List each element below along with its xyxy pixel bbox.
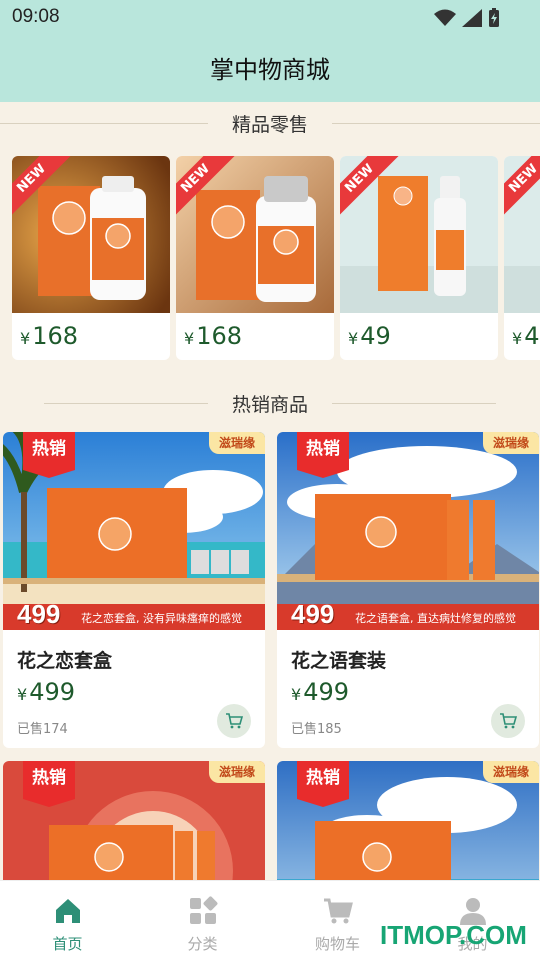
tab-category[interactable]: 分类: [135, 881, 270, 960]
retail-product-card[interactable]: NEW ¥168: [12, 156, 170, 360]
status-bar: 09:08: [0, 0, 540, 36]
product-image: NEW: [12, 156, 170, 313]
home-icon: [56, 899, 80, 923]
retail-product-card[interactable]: NEW ¥168: [176, 156, 334, 360]
divider: [332, 122, 540, 124]
page-title: 掌中物商城: [210, 56, 330, 84]
cart-icon: [500, 713, 517, 729]
retail-product-card[interactable]: NEW ¥49: [340, 156, 498, 360]
product-price: ¥168: [184, 322, 242, 350]
app-header: 掌中物商城: [0, 36, 540, 102]
sold-count: 已售185: [291, 722, 342, 737]
section-title-hot: 热销商品: [232, 393, 309, 416]
brand-tag: 滋瑞缘: [482, 432, 539, 454]
status-time: 09:08: [12, 6, 60, 27]
cart-icon: [324, 898, 353, 924]
status-icons: [434, 8, 500, 28]
watermark: ITMOP.COM: [380, 920, 527, 950]
retail-product-card[interactable]: NEW ¥4: [504, 156, 540, 360]
retail-carousel[interactable]: NEW ¥168 NEW ¥168 NEW ¥49 NEW ¥4: [12, 156, 540, 360]
divider: [332, 402, 497, 404]
product-image: 热销 滋瑞缘: [3, 761, 265, 891]
hot-badge: 热销: [23, 761, 75, 807]
battery-icon: [489, 8, 499, 27]
divider: [44, 402, 208, 404]
cart-icon: [226, 713, 243, 729]
product-image: NEW: [176, 156, 334, 313]
brand-tag: 滋瑞缘: [482, 761, 539, 783]
product-image: NEW: [504, 156, 540, 313]
product-name: 花之语套装: [291, 650, 387, 672]
promo-price: 499: [291, 599, 335, 629]
tab-label: 分类: [187, 935, 218, 953]
promo-price: 499: [17, 599, 61, 629]
promo-text: 花之恋套盒, 没有异味瘙痒的感觉: [81, 612, 242, 625]
hot-badge: 热销: [23, 432, 75, 478]
product-price: ¥49: [348, 322, 391, 350]
product-price: ¥4: [512, 322, 540, 350]
tab-home[interactable]: 首页: [0, 881, 135, 960]
hot-product-card[interactable]: 热销 滋瑞缘 499 花之语套盒, 直达病灶修复的感觉 花之语套装 ¥499 已…: [277, 432, 539, 748]
add-to-cart-button[interactable]: [217, 704, 251, 738]
hot-product-card[interactable]: 热销 滋瑞缘: [277, 761, 539, 891]
divider: [0, 122, 208, 124]
brand-tag: 滋瑞缘: [208, 432, 265, 454]
product-image: 热销 滋瑞缘: [277, 761, 539, 891]
add-to-cart-button[interactable]: [491, 704, 525, 738]
product-name: 花之恋套盒: [17, 650, 113, 672]
product-price: ¥499: [291, 678, 349, 706]
product-price: ¥168: [20, 322, 78, 350]
hot-product-card[interactable]: 热销 滋瑞缘 499 花之恋套盒, 没有异味瘙痒的感觉 花之恋套盒 ¥499 已…: [3, 432, 265, 748]
product-image: NEW: [340, 156, 498, 313]
category-icon: [190, 896, 218, 924]
section-header-hot: 热销商品: [0, 388, 540, 418]
sold-count: 已售174: [17, 722, 68, 737]
hot-badge: 热销: [297, 432, 349, 478]
wifi-icon: [434, 9, 456, 26]
product-image: 热销 滋瑞缘 499 花之语套盒, 直达病灶修复的感觉: [277, 432, 539, 630]
hot-badge: 热销: [297, 761, 349, 807]
section-title-retail: 精品零售: [232, 113, 309, 136]
signal-icon: [462, 9, 482, 27]
tab-label: 首页: [52, 935, 83, 953]
brand-tag: 滋瑞缘: [208, 761, 265, 783]
product-price: ¥499: [17, 678, 75, 706]
section-header-retail: 精品零售: [0, 108, 540, 138]
promo-text: 花之语套盒, 直达病灶修复的感觉: [355, 612, 516, 625]
product-image: 热销 滋瑞缘 499 花之恋套盒, 没有异味瘙痒的感觉: [3, 432, 265, 630]
hot-product-card[interactable]: 热销 滋瑞缘: [3, 761, 265, 891]
